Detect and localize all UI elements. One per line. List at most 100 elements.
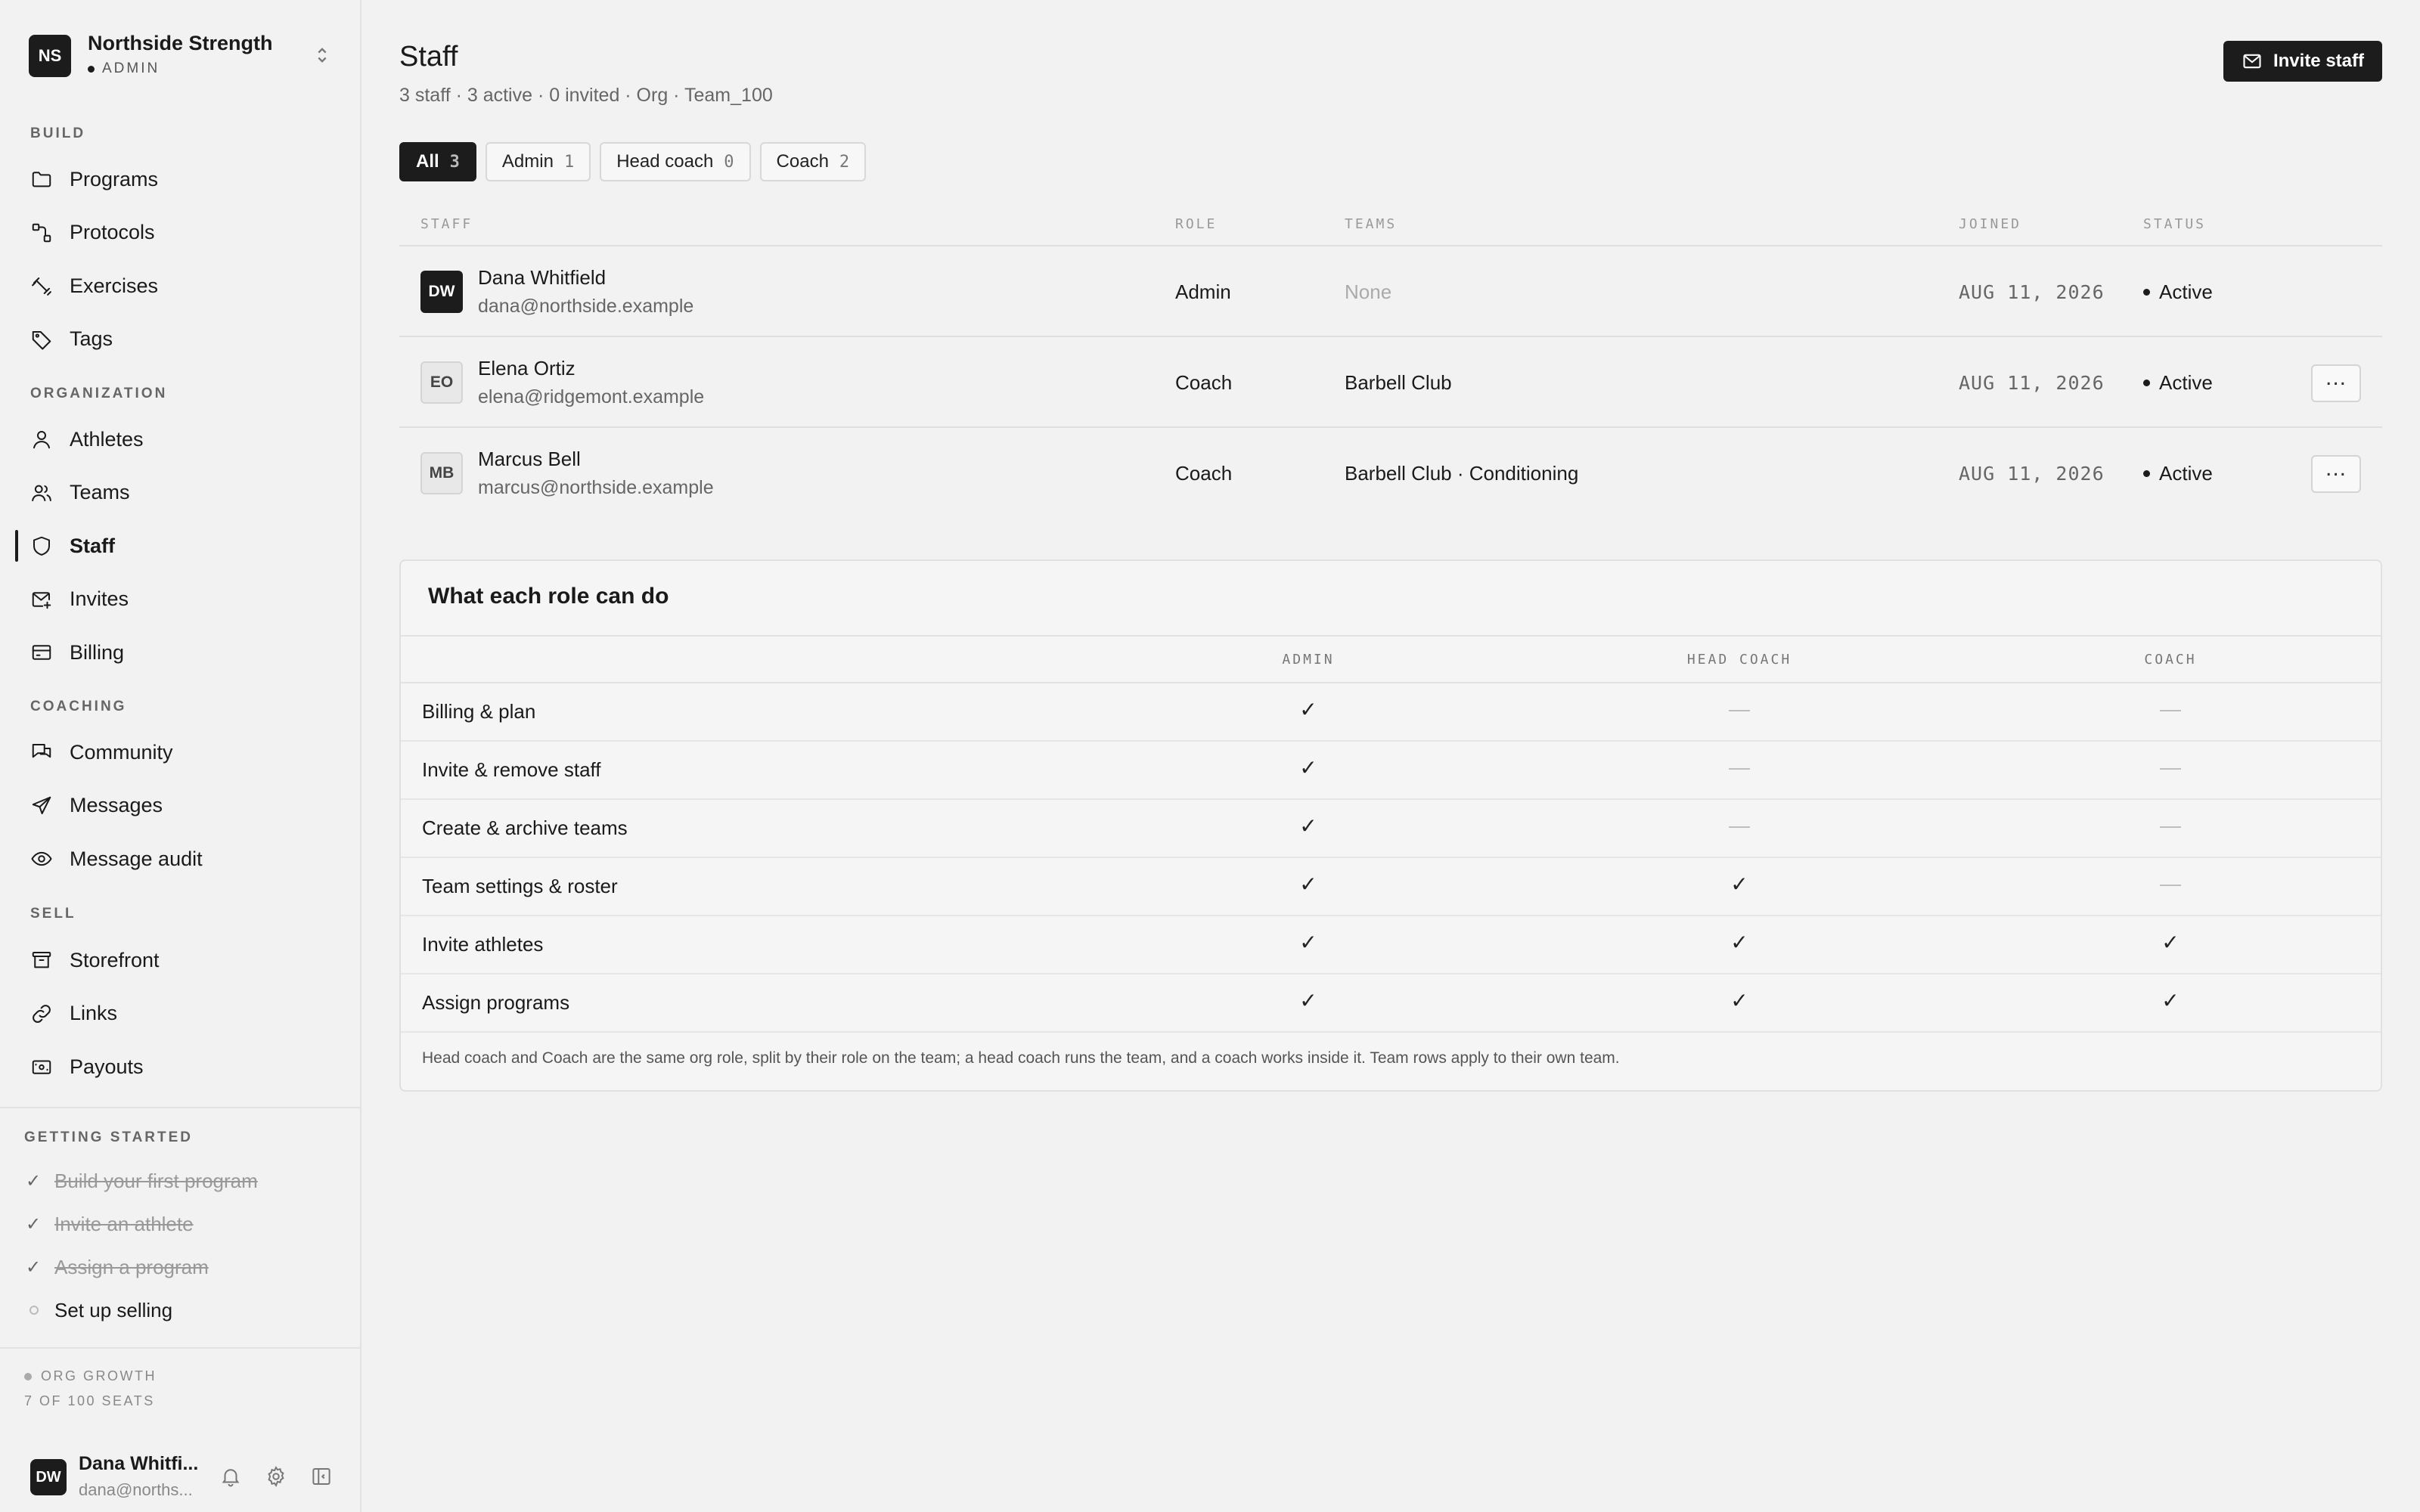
staff-table-header: STAFF ROLE TEAMS JOINED STATUS — [399, 204, 2382, 246]
checklist-item[interactable]: Set up selling — [26, 1295, 172, 1325]
user-menu[interactable]: DW Dana Whitfi... dana@norths... — [30, 1452, 333, 1500]
sidebar-item-links[interactable]: Links — [30, 995, 348, 1033]
user-avatar: DW — [30, 1459, 67, 1495]
table-row[interactable]: DW Dana Whitfield dana@northside.example Ad… — [399, 246, 2382, 337]
staff-table: STAFF ROLE TEAMS JOINED STATUS DW Dana Wh… — [399, 204, 2382, 519]
org-switcher[interactable]: NS Northside Strength ADMIN — [29, 32, 333, 79]
sidebar-item-messages[interactable]: Messages — [30, 787, 348, 825]
link-icon — [33, 1004, 51, 1023]
status-label: Active — [2159, 461, 2213, 485]
role-dot — [88, 65, 95, 73]
filter-all[interactable]: All 3 — [399, 142, 476, 181]
chevron-up-down-icon[interactable] — [312, 44, 333, 67]
status-badge: Active — [2143, 246, 2213, 337]
sidebar-item-invites[interactable]: Invites — [30, 581, 348, 618]
sidebar-item-storefront[interactable]: Storefront — [30, 941, 348, 979]
avatar: EO — [420, 361, 463, 404]
permission-label: Invite athletes — [422, 933, 544, 956]
org-name: Northside Strength — [88, 32, 273, 54]
sidebar-item-athletes[interactable]: Athletes — [30, 420, 348, 458]
perm-col-admin: ADMIN — [1282, 652, 1335, 668]
sidebar-item-staff[interactable]: Staff — [15, 527, 348, 565]
checklist-item[interactable]: ✓ Assign a program — [26, 1252, 209, 1282]
getting-started-label: GETTING STARTED — [24, 1129, 194, 1145]
table-row[interactable]: MB Marcus Bell marcus@northside.example Coa… — [399, 428, 2382, 519]
check-icon: ✓ — [1299, 931, 1317, 954]
sidebar-toggle-icon[interactable] — [310, 1465, 333, 1488]
sidebar-item-label: Payouts — [70, 1055, 144, 1078]
shield-icon — [33, 536, 50, 556]
checklist-label: Set up selling — [54, 1298, 173, 1321]
sidebar-item-exercises[interactable]: Exercises — [30, 267, 348, 305]
archive-icon — [32, 952, 51, 968]
sidebar-item-protocols[interactable]: Protocols — [30, 214, 348, 252]
avatar: MB — [420, 452, 463, 494]
gear-icon[interactable] — [265, 1465, 287, 1488]
sidebar-divider — [0, 1107, 361, 1108]
permission-row: Invite & remove staff ✓ — — — [401, 742, 2381, 800]
sidebar-item-label: Links — [70, 1002, 118, 1024]
section-sell: SELL — [30, 906, 76, 922]
user-email: dana@norths... — [79, 1480, 193, 1499]
filter-label: Coach — [776, 151, 829, 172]
checklist-label: Build your first program — [54, 1169, 258, 1192]
checklist-item[interactable]: ✓ Invite an athlete — [26, 1209, 194, 1239]
staff-name: Marcus Bell — [478, 448, 581, 470]
check-icon: ✓ — [26, 1256, 42, 1278]
invite-staff-label: Invite staff — [2273, 51, 2364, 71]
dash-icon: — — [2160, 697, 2181, 720]
sidebar-item-programs[interactable]: Programs — [30, 160, 348, 198]
table-row[interactable]: EO Elena Ortiz elena@ridgemont.example Coac… — [399, 337, 2382, 428]
filter-label: Admin — [501, 151, 554, 172]
filter-count: 0 — [724, 152, 734, 172]
sidebar-item-payouts[interactable]: Payouts — [30, 1048, 348, 1086]
sidebar-item-message-audit[interactable]: Message audit — [30, 840, 348, 878]
filter-coach[interactable]: Coach 2 — [759, 142, 867, 181]
permission-row: Billing & plan ✓ — — — [401, 683, 2381, 742]
check-icon: ✓ — [1730, 931, 1748, 954]
status-label: Active — [2159, 370, 2213, 394]
staff-teams: Barbell Club · Conditioning — [1345, 461, 1579, 485]
filter-admin[interactable]: Admin 1 — [485, 142, 591, 181]
mail-plus-icon — [32, 591, 51, 609]
sidebar-divider — [0, 1347, 361, 1349]
permission-row: Assign programs ✓ ✓ ✓ — [401, 974, 2381, 1033]
filter-label: All — [416, 151, 439, 172]
row-actions-button[interactable]: ... — [2311, 364, 2361, 402]
invite-staff-button[interactable]: Invite staff — [2223, 41, 2382, 82]
role-filters: All 3 Admin 1 Head coach 0 Coach 2 — [399, 142, 867, 181]
section-build: BUILD — [30, 125, 86, 141]
sidebar-item-community[interactable]: Community — [30, 733, 348, 771]
permission-label: Billing & plan — [422, 700, 536, 723]
sidebar-item-label: Programs — [70, 167, 159, 191]
section-coaching: COACHING — [30, 699, 127, 714]
check-icon: ✓ — [1299, 756, 1317, 779]
permission-row: Invite athletes ✓ ✓ ✓ — [401, 916, 2381, 974]
filter-head-coach[interactable]: Head coach 0 — [600, 142, 751, 181]
permissions-note: Head coach and Coach are the same org ro… — [422, 1049, 1620, 1067]
dash-icon: — — [1729, 755, 1750, 779]
check-icon: ✓ — [1730, 872, 1748, 896]
tag-icon — [32, 330, 51, 349]
status-dot — [2143, 379, 2150, 386]
send-icon — [32, 796, 51, 814]
protocol-icon — [32, 223, 51, 242]
sidebar-item-tags[interactable]: Tags — [30, 321, 348, 358]
mail-icon — [2243, 54, 2261, 69]
sidebar-item-billing[interactable]: Billing — [30, 634, 348, 671]
eye-icon — [31, 851, 52, 866]
permission-row: Team settings & roster ✓ ✓ — — [401, 858, 2381, 916]
more-icon: ... — [2325, 365, 2347, 390]
checklist-item[interactable]: ✓ Build your first program — [26, 1166, 258, 1196]
staff-joined: AUG 11, 2026 — [1959, 280, 2105, 303]
permission-label: Create & archive teams — [422, 816, 628, 839]
bell-icon[interactable] — [219, 1465, 242, 1488]
org-growth: ORG GROWTH 7 OF 100 SEATS — [24, 1364, 157, 1414]
perm-col-head-coach: HEAD COACH — [1686, 652, 1792, 668]
sidebar-item-teams[interactable]: Teams — [30, 474, 348, 512]
dash-icon: — — [2160, 872, 2181, 895]
permission-label: Assign programs — [422, 991, 570, 1014]
check-icon: ✓ — [1299, 989, 1317, 1012]
row-actions-button[interactable]: ... — [2311, 455, 2361, 493]
dash-icon: — — [1729, 813, 1750, 837]
